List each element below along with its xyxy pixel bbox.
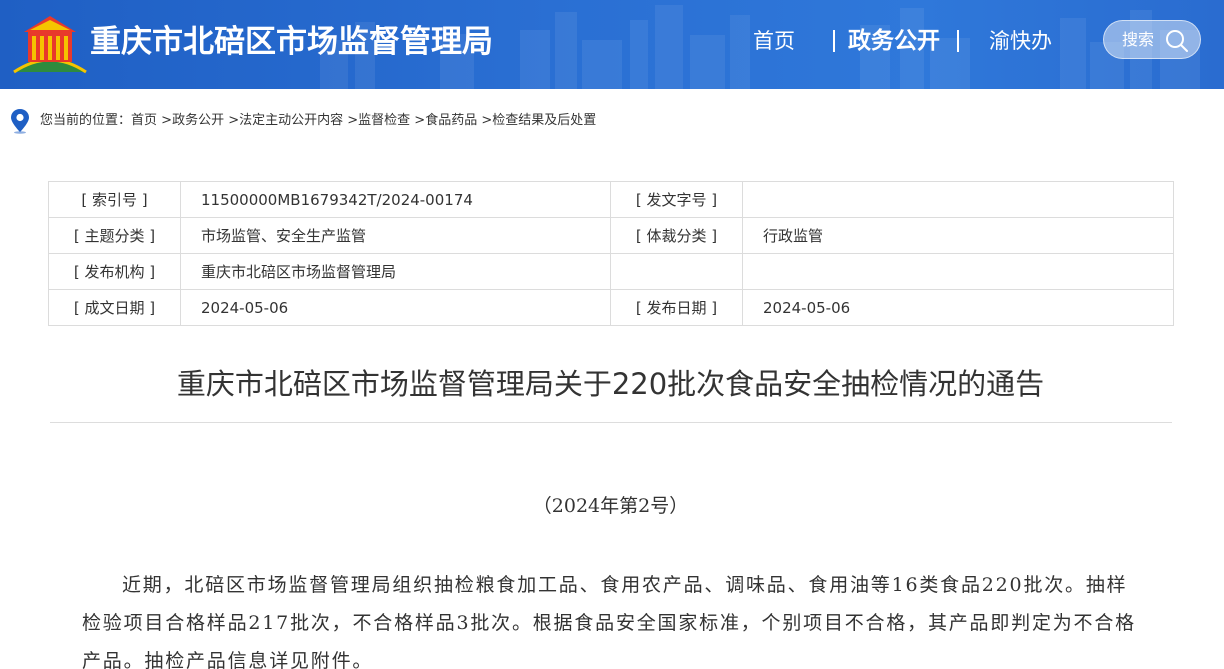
table-row: [ 发布机构 ] 重庆市北碚区市场监督管理局	[48, 253, 1174, 290]
issuer-value: 重庆市北碚区市场监督管理局	[180, 253, 611, 290]
document-number: （2024年第2号）	[532, 495, 689, 517]
empty-cell	[742, 253, 1174, 290]
government-emblem-logo	[13, 16, 87, 74]
breadcrumb-text: 您当前的位置：首页 >政务公开 >法定主动公开内容 >监督检查 >食品药品 >检…	[40, 112, 596, 130]
search-button[interactable]: 搜索	[1103, 20, 1201, 59]
index-no-value: 11500000MB1679342T/2024-00174	[180, 181, 611, 218]
title-divider	[50, 422, 1172, 423]
breadcrumb-item-statutory[interactable]: 法定主动公开内容	[239, 113, 343, 128]
nav-open-government[interactable]: 政务公开	[848, 24, 940, 58]
index-no-label: [ 索引号 ]	[48, 181, 181, 218]
nav-divider	[957, 30, 959, 52]
breadcrumb-separator: >	[224, 113, 240, 128]
search-label: 搜索	[1122, 30, 1155, 49]
published-date-label: [ 发布日期 ]	[610, 289, 743, 326]
location-pin-icon	[11, 109, 29, 134]
breadcrumb-item-open-gov[interactable]: 政务公开	[172, 113, 224, 128]
site-title[interactable]: 重庆市北碚区市场监督管理局	[90, 22, 493, 62]
nav-home[interactable]: 首页	[753, 24, 795, 58]
created-date-value: 2024-05-06	[180, 289, 611, 326]
document-info-table: [ 索引号 ] 11500000MB1679342T/2024-00174 [ …	[48, 181, 1174, 326]
article-title: 重庆市北碚区市场监督管理局关于220批次食品安全抽检情况的通告	[176, 367, 1045, 401]
breadcrumb-separator: >	[410, 113, 426, 128]
table-row: [ 成文日期 ] 2024-05-06 [ 发布日期 ] 2024-05-06	[48, 289, 1174, 326]
breadcrumb-separator: >	[157, 113, 173, 128]
nav-yu-kuai-ban[interactable]: 渝快办	[989, 24, 1052, 58]
breadcrumb-item-home[interactable]: 首页	[131, 113, 157, 128]
doc-no-value	[742, 181, 1174, 218]
nav-divider	[833, 30, 835, 52]
search-icon	[1166, 30, 1188, 52]
breadcrumb-item-food-drug[interactable]: 食品药品	[425, 113, 477, 128]
breadcrumb-separator: >	[343, 113, 359, 128]
issuer-label: [ 发布机构 ]	[48, 253, 181, 290]
empty-cell	[610, 253, 743, 290]
created-date-label: [ 成文日期 ]	[48, 289, 181, 326]
breadcrumb-item-supervision[interactable]: 监督检查	[358, 113, 410, 128]
article-paragraph: 近期，北碚区市场监督管理局组织抽检粮食加工品、食用农产品、调味品、食用油等16类…	[82, 574, 1136, 669]
doc-no-label: [ 发文字号 ]	[610, 181, 743, 218]
breadcrumb-item-results[interactable]: 检查结果及后处置	[492, 113, 596, 128]
subject-value: 市场监管、安全生产监管	[180, 217, 611, 254]
site-header: 重庆市北碚区市场监督管理局 首页 政务公开 渝快办 搜索	[0, 0, 1224, 89]
published-date-value: 2024-05-06	[742, 289, 1174, 326]
table-row: [ 索引号 ] 11500000MB1679342T/2024-00174 [ …	[48, 181, 1174, 218]
table-row: [ 主题分类 ] 市场监管、安全生产监管 [ 体裁分类 ] 行政监管	[48, 217, 1174, 254]
genre-value: 行政监管	[742, 217, 1174, 254]
genre-label: [ 体裁分类 ]	[610, 217, 743, 254]
breadcrumb-prefix: 您当前的位置：	[40, 113, 132, 128]
subject-label: [ 主题分类 ]	[48, 217, 181, 254]
breadcrumb-separator: >	[477, 113, 493, 128]
